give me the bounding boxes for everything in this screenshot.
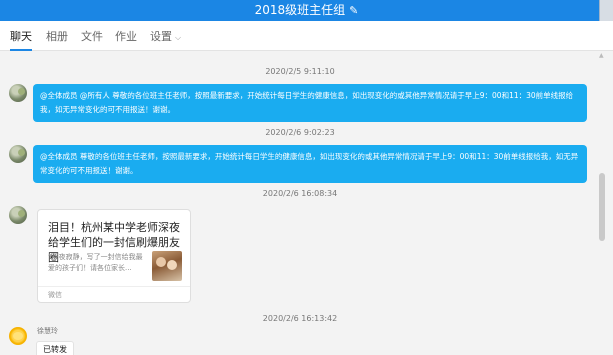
message-timestamp: 2020/2/5 9:11:10 [265,67,335,76]
scroll-up-arrow-icon[interactable]: ▲ [599,52,604,59]
group-name: 2018级班主任组 [254,3,346,17]
article-description: “深夜寂静，写了一封信给我最爱的孩子们！请各位家长... [48,253,143,272]
article-thumbnail [152,251,182,281]
avatar[interactable] [9,327,27,345]
tab-settings-label: 设置 [150,30,172,43]
message-timestamp: 2020/2/6 16:13:42 [262,314,338,323]
message-bubble[interactable]: @全体成员 尊敬的各位班主任老师，按照最新要求，开始统计每日学生的健康信息，如出… [33,145,587,183]
tab-chat-label: 聊天 [10,30,32,43]
tab-album[interactable]: 相册 [46,30,68,44]
message-timestamp: 2020/2/6 9:02:23 [265,128,335,137]
avatar[interactable] [9,206,27,224]
tab-files-label: 文件 [81,30,103,43]
message-timestamp: 2020/2/6 16:08:34 [262,189,338,198]
sender-name: 徐慧玲 [37,327,58,335]
article-source: 微信 [48,291,62,299]
message-bubble[interactable]: @全体成员 @所有人 尊敬的各位班主任老师，按照最新要求，开始统计每日学生的健康… [33,84,587,122]
avatar[interactable] [9,84,27,102]
avatar[interactable] [9,145,27,163]
chat-scrollbar[interactable]: ▲ [598,52,606,355]
profile-avatar-thumbnail[interactable] [599,0,613,21]
shared-article-card[interactable]: 泪目！杭州某中学老师深夜给学生们的一封信刷爆朋友圈 “深夜寂静，写了一封信给我最… [37,209,191,303]
chevron-down-icon: ⌵ [175,33,182,42]
message-bubble[interactable]: 已转发 [36,341,74,355]
tab-homework[interactable]: 作业 [115,30,137,44]
scrollbar-thumb[interactable] [599,173,605,241]
tab-files[interactable]: 文件 [81,30,103,44]
tab-bar: 聊天 相册 文件 作业 设置 ⌵ [0,21,613,51]
tab-chat[interactable]: 聊天 [10,30,32,51]
window-titlebar: 2018级班主任组 ✎ [0,0,613,21]
tab-settings[interactable]: 设置 ⌵ [150,30,181,45]
card-divider [38,286,190,287]
chat-message-list[interactable]: 2020/2/5 9:11:10 @全体成员 @所有人 尊敬的各位班主任老师，按… [0,51,613,355]
edit-icon[interactable]: ✎ [349,4,358,17]
tab-homework-label: 作业 [115,30,137,43]
window-title: 2018级班主任组 ✎ [0,2,613,19]
tab-album-label: 相册 [46,30,68,43]
